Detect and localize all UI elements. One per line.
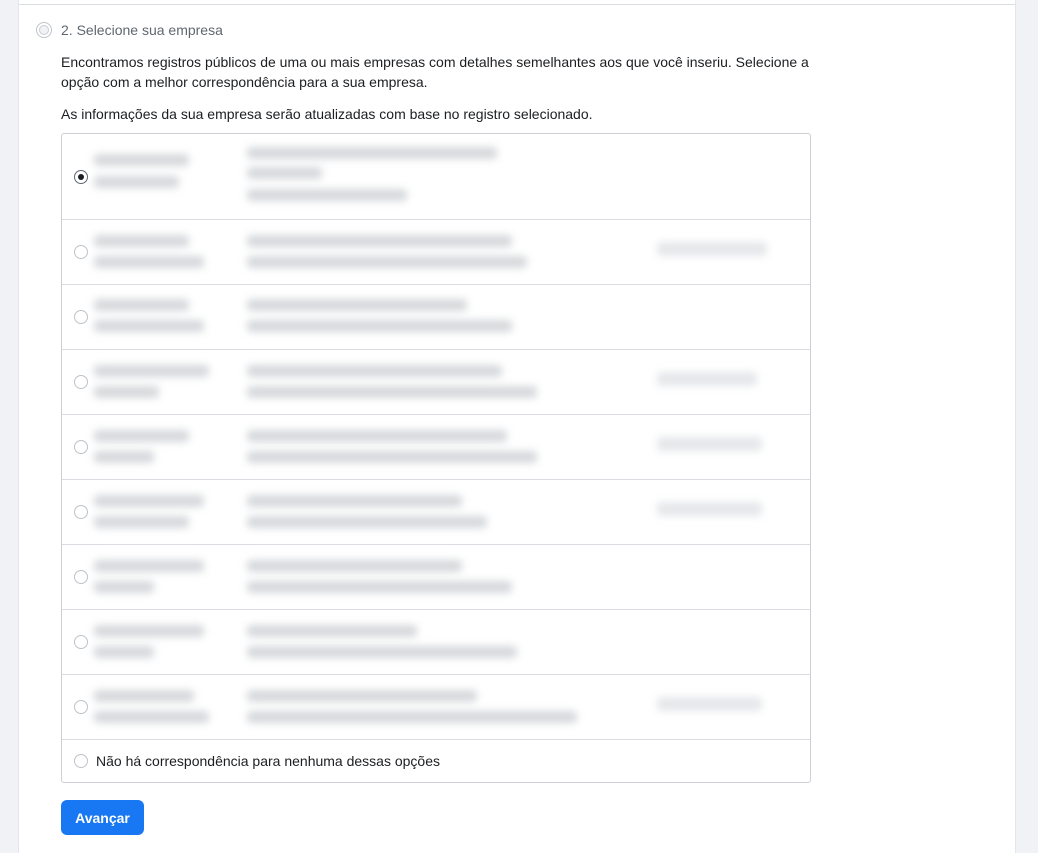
- redacted-name: [94, 646, 154, 658]
- next-button[interactable]: Avançar: [61, 800, 144, 835]
- step-note: As informações da sua empresa serão atua…: [61, 106, 593, 122]
- business-option[interactable]: [62, 284, 810, 349]
- radio-button[interactable]: [74, 310, 88, 324]
- redacted-phone: [657, 372, 757, 386]
- redacted-name: [94, 516, 189, 528]
- radio-button[interactable]: [74, 700, 88, 714]
- radio-button[interactable]: [74, 635, 88, 649]
- step-status-icon: [36, 22, 52, 38]
- redacted-name: [94, 365, 209, 377]
- redacted-name: [94, 581, 154, 593]
- radio-button[interactable]: [74, 245, 88, 259]
- redacted-address: [247, 365, 502, 377]
- redacted-address: [247, 516, 487, 528]
- no-match-label: Não há correspondência para nenhuma dess…: [96, 753, 441, 769]
- business-option[interactable]: [62, 219, 810, 284]
- business-selection-card: 2. Selecione sua empresa Encontramos reg…: [18, 0, 1016, 853]
- redacted-name: [94, 625, 204, 637]
- redacted-address: [247, 495, 462, 507]
- redacted-address: [247, 299, 467, 311]
- redacted-name: [94, 299, 189, 311]
- business-options-list: Não há correspondência para nenhuma dess…: [61, 133, 811, 783]
- business-option[interactable]: [62, 414, 810, 479]
- radio-button[interactable]: [74, 375, 88, 389]
- redacted-address: [247, 430, 507, 442]
- redacted-address: [247, 167, 322, 179]
- redacted-name: [94, 235, 189, 247]
- business-option[interactable]: [62, 544, 810, 609]
- redacted-name: [94, 176, 179, 188]
- redacted-phone: [657, 502, 762, 516]
- redacted-name: [94, 560, 204, 572]
- step-description: Encontramos registros públicos de uma ou…: [61, 54, 809, 90]
- step-title: 2. Selecione sua empresa: [61, 22, 223, 38]
- redacted-address: [247, 625, 417, 637]
- redacted-address: [247, 147, 497, 159]
- radio-button[interactable]: [74, 505, 88, 519]
- redacted-address: [247, 320, 512, 332]
- radio-button[interactable]: [74, 754, 88, 768]
- business-option[interactable]: [62, 479, 810, 544]
- redacted-phone: [657, 697, 762, 711]
- redacted-address: [247, 386, 537, 398]
- top-divider: [19, 4, 1015, 5]
- business-option[interactable]: [62, 134, 810, 219]
- redacted-name: [94, 320, 204, 332]
- redacted-name: [94, 711, 209, 723]
- redacted-name: [94, 495, 204, 507]
- redacted-address: [247, 560, 462, 572]
- redacted-name: [94, 256, 204, 268]
- redacted-address: [247, 690, 477, 702]
- radio-button[interactable]: [74, 169, 88, 184]
- redacted-address: [247, 581, 512, 593]
- redacted-address: [247, 256, 527, 268]
- business-option[interactable]: [62, 674, 810, 739]
- radio-button[interactable]: [74, 440, 88, 454]
- redacted-address: [247, 451, 537, 463]
- redacted-name: [94, 451, 154, 463]
- redacted-address: [247, 235, 512, 247]
- redacted-name: [94, 154, 189, 166]
- redacted-address: [247, 189, 407, 201]
- redacted-phone: [657, 437, 762, 451]
- step-header: 2. Selecione sua empresa: [36, 22, 223, 38]
- radio-button[interactable]: [74, 570, 88, 584]
- redacted-phone: [657, 242, 767, 256]
- redacted-name: [94, 430, 189, 442]
- redacted-address: [247, 646, 517, 658]
- redacted-address: [247, 711, 577, 723]
- no-match-option[interactable]: Não há correspondência para nenhuma dess…: [62, 739, 810, 782]
- redacted-name: [94, 386, 159, 398]
- business-option[interactable]: [62, 609, 810, 674]
- business-option[interactable]: [62, 349, 810, 414]
- redacted-name: [94, 690, 194, 702]
